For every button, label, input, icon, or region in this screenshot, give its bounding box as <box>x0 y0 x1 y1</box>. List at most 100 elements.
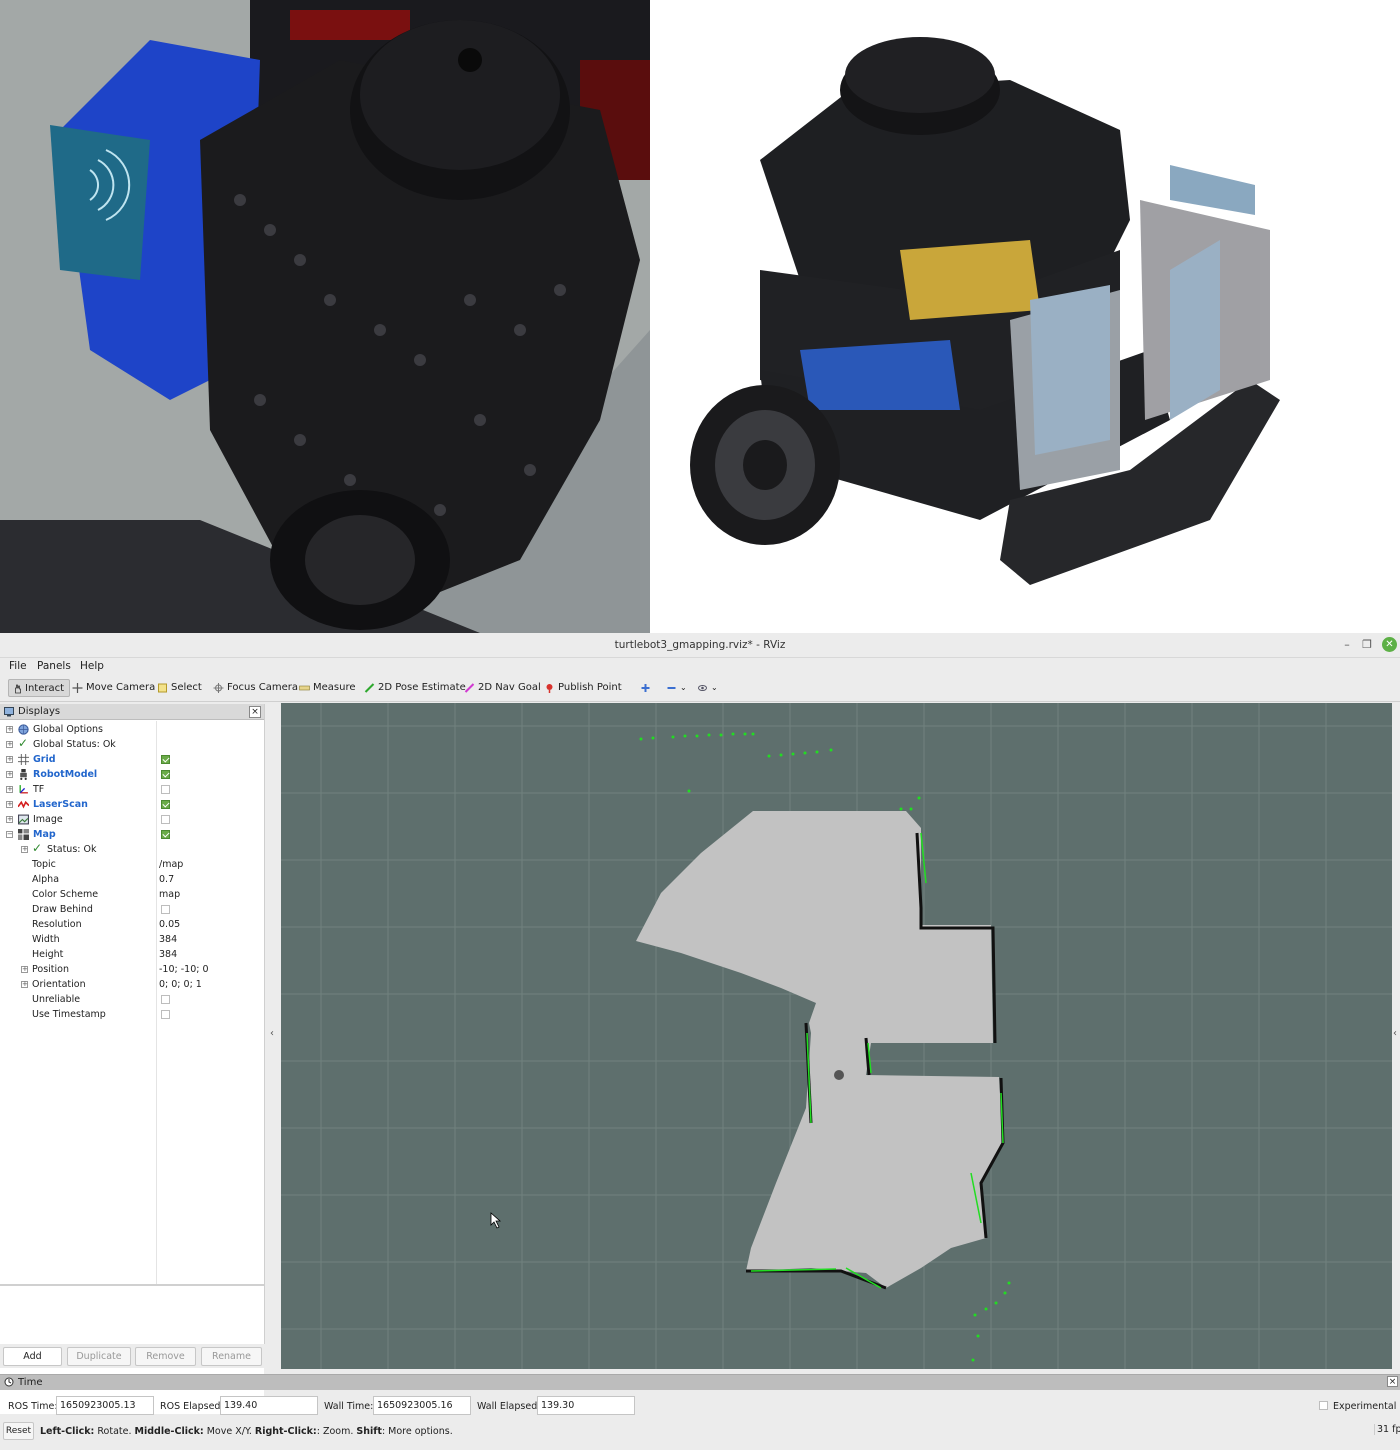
tf-checkbox[interactable] <box>161 785 170 794</box>
display-image[interactable]: + Image <box>0 812 264 827</box>
time-title: Time <box>18 1377 43 1388</box>
chevron-down-icon: ⌄ <box>711 683 718 692</box>
display-tf[interactable]: + TF <box>0 782 264 797</box>
menu-file[interactable]: File <box>9 660 27 672</box>
select-tool[interactable]: Select <box>157 679 202 697</box>
display-global-status[interactable]: + ✓ Global Status: Ok <box>0 736 264 752</box>
ruler-icon <box>299 685 310 691</box>
display-global-options[interactable]: + Global Options <box>0 722 264 737</box>
close-icon[interactable]: ✕ <box>1382 637 1397 652</box>
experimental-label: Experimental <box>1333 1401 1397 1412</box>
expand-icon[interactable]: + <box>21 981 28 988</box>
restore-icon[interactable]: ❐ <box>1360 638 1374 652</box>
experimental-checkbox[interactable] <box>1319 1401 1328 1410</box>
render-view[interactable] <box>281 703 1392 1369</box>
expand-icon[interactable]: + <box>6 726 13 733</box>
prop-label: Resolution <box>32 919 82 930</box>
prop-value[interactable]: 0.05 <box>159 917 180 932</box>
prop-use-timestamp[interactable]: Use Timestamp <box>0 1007 264 1022</box>
expand-icon[interactable]: + <box>6 786 13 793</box>
prop-value[interactable]: 384 <box>159 947 177 962</box>
measure-tool[interactable]: Measure <box>299 679 356 697</box>
focus-camera-tool[interactable]: Focus Camera <box>213 679 298 697</box>
prop-value[interactable]: 0.7 <box>159 872 174 887</box>
checkmark-icon: ✓ <box>18 736 29 750</box>
robotmodel-checkbox[interactable] <box>161 770 170 779</box>
green-arrow-icon <box>364 683 375 693</box>
draw-behind-checkbox[interactable] <box>161 905 170 914</box>
expand-icon[interactable]: + <box>6 741 13 748</box>
remove-tool-button[interactable]: ⌄ <box>666 679 687 697</box>
photo-panel <box>0 0 1400 633</box>
expand-icon[interactable]: + <box>6 771 13 778</box>
prop-color-scheme[interactable]: Color Scheme map <box>0 887 264 902</box>
use-timestamp-checkbox[interactable] <box>161 1010 170 1019</box>
menu-help[interactable]: Help <box>80 660 104 672</box>
prop-position[interactable]: + Position -10; -10; 0 <box>0 962 264 977</box>
measure-label: Measure <box>313 682 356 693</box>
prop-height[interactable]: Height 384 <box>0 947 264 962</box>
duplicate-button[interactable]: Duplicate <box>67 1347 131 1366</box>
prop-width[interactable]: Width 384 <box>0 932 264 947</box>
view-options-button[interactable]: ⌄ <box>697 679 718 697</box>
prop-value[interactable]: 384 <box>159 932 177 947</box>
hint-text: : More options. <box>381 1426 453 1437</box>
expand-icon[interactable]: + <box>21 966 28 973</box>
map-checkbox[interactable] <box>161 830 170 839</box>
prop-unreliable[interactable]: Unreliable <box>0 992 264 1007</box>
expand-icon[interactable]: + <box>21 846 28 853</box>
prop-resolution[interactable]: Resolution 0.05 <box>0 917 264 932</box>
prop-topic[interactable]: Topic /map <box>0 857 264 872</box>
wall-elapsed-field[interactable]: 139.30 <box>537 1396 635 1415</box>
hint-key: Shift <box>356 1426 382 1437</box>
prop-value[interactable]: /map <box>159 857 183 872</box>
collapse-right-icon[interactable]: ‹ <box>1393 1028 1397 1039</box>
grid-checkbox[interactable] <box>161 755 170 764</box>
tool-bar: Interact Move Camera Select Focus Camera… <box>0 674 1400 702</box>
left-splitter[interactable]: ‹ <box>265 703 281 1369</box>
remove-button[interactable]: Remove <box>135 1347 196 1366</box>
add-tool-button[interactable] <box>640 679 652 697</box>
prop-alpha[interactable]: Alpha 0.7 <box>0 872 264 887</box>
display-robotmodel[interactable]: + RobotModel <box>0 767 264 782</box>
displays-close-icon[interactable]: × <box>249 706 261 718</box>
map-status[interactable]: + ✓ Status: Ok <box>0 841 264 857</box>
add-button[interactable]: Add <box>3 1347 62 1366</box>
ros-elapsed-label: ROS Elapsed: <box>160 1401 224 1412</box>
reset-button[interactable]: Reset <box>3 1422 34 1440</box>
nav-goal-tool[interactable]: 2D Nav Goal <box>464 679 541 697</box>
prop-value[interactable]: map <box>159 887 180 902</box>
rename-button[interactable]: Rename <box>201 1347 262 1366</box>
expand-icon[interactable]: + <box>6 801 13 808</box>
wall-elapsed-label: Wall Elapsed: <box>477 1401 541 1412</box>
collapse-icon[interactable]: − <box>6 831 13 838</box>
pose-estimate-tool[interactable]: 2D Pose Estimate <box>364 679 466 697</box>
expand-icon[interactable]: + <box>6 756 13 763</box>
menu-panels[interactable]: Panels <box>37 660 71 672</box>
minimize-icon[interactable]: – <box>1340 638 1354 652</box>
prop-draw-behind[interactable]: Draw Behind <box>0 902 264 917</box>
prop-label: Draw Behind <box>32 904 93 915</box>
move-camera-tool[interactable]: Move Camera <box>72 679 155 697</box>
time-close-icon[interactable]: × <box>1387 1376 1398 1387</box>
unreliable-checkbox[interactable] <box>161 995 170 1004</box>
expand-icon[interactable]: + <box>6 816 13 823</box>
image-checkbox[interactable] <box>161 815 170 824</box>
right-splitter[interactable]: ‹ <box>1392 703 1400 1369</box>
display-grid[interactable]: + Grid <box>0 752 264 767</box>
laserscan-checkbox[interactable] <box>161 800 170 809</box>
pink-arrow-icon <box>464 683 475 693</box>
fps-counter: 31 fps <box>1374 1424 1400 1435</box>
prop-value[interactable]: -10; -10; 0 <box>159 962 209 977</box>
prop-value[interactable]: 0; 0; 0; 1 <box>159 977 202 992</box>
display-map[interactable]: − Map <box>0 827 264 842</box>
prop-orientation[interactable]: + Orientation 0; 0; 0; 1 <box>0 977 264 992</box>
ros-time-field[interactable]: 1650923005.13 <box>56 1396 154 1415</box>
publish-point-tool[interactable]: Publish Point <box>544 679 622 697</box>
wall-time-field[interactable]: 1650923005.16 <box>373 1396 471 1415</box>
display-laserscan[interactable]: + LaserScan <box>0 797 264 812</box>
ros-elapsed-field[interactable]: 139.40 <box>220 1396 318 1415</box>
collapse-left-icon[interactable]: ‹ <box>270 1028 274 1039</box>
wall-time-label: Wall Time: <box>324 1401 374 1412</box>
interact-tool[interactable]: Interact <box>8 679 71 697</box>
